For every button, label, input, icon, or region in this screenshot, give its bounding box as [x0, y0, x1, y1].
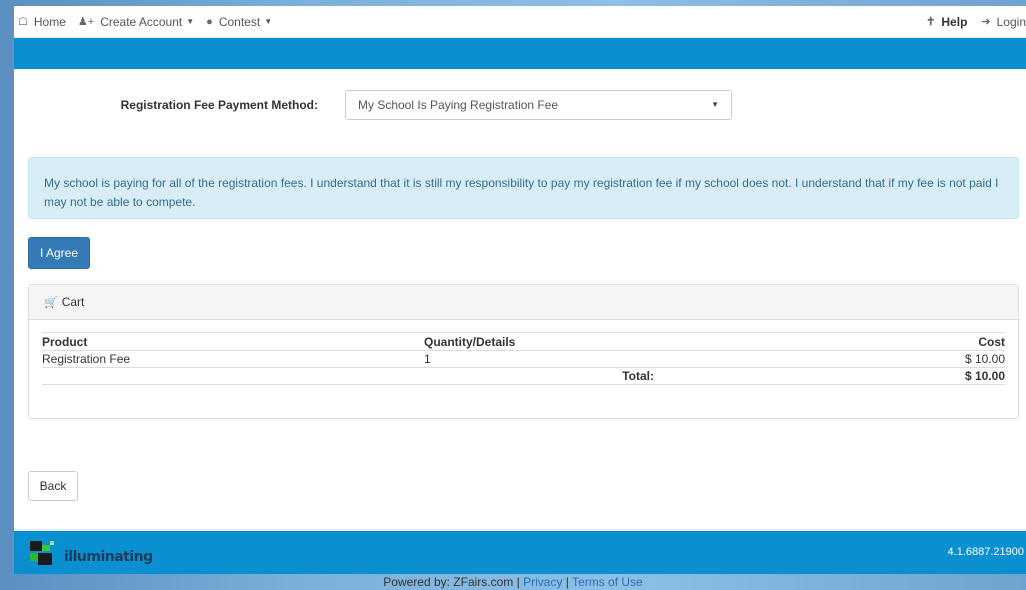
- payment-method-value: My School Is Paying Registration Fee: [358, 98, 559, 112]
- cart-header-row: Product Quantity/Details Cost: [42, 332, 1005, 351]
- nav-contest[interactable]: ● Contest ▼: [206, 15, 272, 29]
- link-separator: |: [565, 575, 569, 589]
- back-button[interactable]: Back: [28, 471, 78, 501]
- payment-method-label: Registration Fee Payment Method:: [120, 98, 318, 112]
- agree-button[interactable]: I Agree: [28, 237, 90, 269]
- caret-down-icon: ▼: [264, 17, 273, 26]
- powered-by: Powered by: ZFairs.com | Privacy | Terms…: [0, 575, 1026, 589]
- nav-contest-label: Contest: [218, 14, 261, 29]
- row-quantity: 1: [424, 350, 806, 368]
- home-icon: ☖: [18, 16, 28, 28]
- nav-help-label: Help: [941, 14, 968, 29]
- logo-blocks-icon: [30, 541, 60, 565]
- nav-right-group: ✝ Help ➜ Login: [912, 15, 1026, 29]
- nav-login[interactable]: ➜ Login: [981, 15, 1026, 29]
- cart-panel: 🛒 Cart Product Quantity/Details Cost Reg…: [28, 284, 1019, 419]
- cart-heading: 🛒 Cart: [29, 285, 1018, 320]
- top-navbar: ☖ Home ♟+ Create Account ▼ ● Contest ▼ ✝…: [14, 6, 1026, 38]
- illuminating-logo: illuminating: [30, 541, 153, 565]
- info-alert: My school is paying for all of the regis…: [28, 157, 1019, 219]
- total-value: $ 10.00: [806, 367, 1005, 385]
- nav-home-label: Home: [33, 14, 66, 29]
- row-cost: $ 10.00: [806, 350, 1005, 368]
- header-cost: Cost: [806, 332, 1005, 351]
- logo-text: illuminating: [64, 549, 153, 565]
- powered-text: Powered by: ZFairs.com |: [383, 575, 520, 589]
- header-bar: [14, 38, 1026, 69]
- login-icon: ➜: [981, 16, 991, 28]
- dropdown-arrow-icon: ▼: [711, 100, 719, 109]
- nav-create-account[interactable]: ♟+ Create Account ▼: [78, 15, 194, 29]
- nav-home[interactable]: ☖ Home: [18, 15, 66, 29]
- caret-down-icon: ▼: [186, 17, 195, 26]
- payment-method-row: Registration Fee Payment Method: My Scho…: [14, 90, 1026, 120]
- payment-method-select[interactable]: My School Is Paying Registration Fee ▼: [345, 90, 732, 120]
- total-row: Total: $ 10.00: [42, 367, 1005, 385]
- total-label: Total:: [424, 367, 806, 385]
- nav-login-label: Login: [996, 14, 1026, 29]
- version-label: 4.1.6887.21900: [947, 546, 1024, 558]
- nav-create-account-label: Create Account: [100, 14, 183, 29]
- page-frame: ☖ Home ♟+ Create Account ▼ ● Contest ▼ ✝…: [14, 6, 1026, 536]
- add-user-icon: ♟+: [77, 16, 95, 28]
- table-row: Registration Fee 1 $ 10.00: [42, 350, 1005, 368]
- footer-bar: illuminating 4.1.6887.21900: [14, 529, 1026, 574]
- row-product: Registration Fee: [42, 350, 424, 368]
- cart-title: Cart: [61, 295, 85, 309]
- map-marker-icon: ●: [206, 15, 213, 28]
- shopping-cart-icon: 🛒: [44, 296, 58, 309]
- terms-link[interactable]: Terms of Use: [572, 575, 643, 589]
- privacy-link[interactable]: Privacy: [523, 575, 562, 589]
- header-product: Product: [42, 332, 424, 351]
- nav-help[interactable]: ✝ Help: [926, 15, 967, 29]
- help-person-icon: ✝: [926, 16, 936, 28]
- cart-table: Product Quantity/Details Cost Registrati…: [42, 332, 1005, 385]
- total-spacer: [42, 367, 424, 385]
- header-quantity: Quantity/Details: [424, 332, 806, 351]
- cart-body: Product Quantity/Details Cost Registrati…: [29, 320, 1018, 385]
